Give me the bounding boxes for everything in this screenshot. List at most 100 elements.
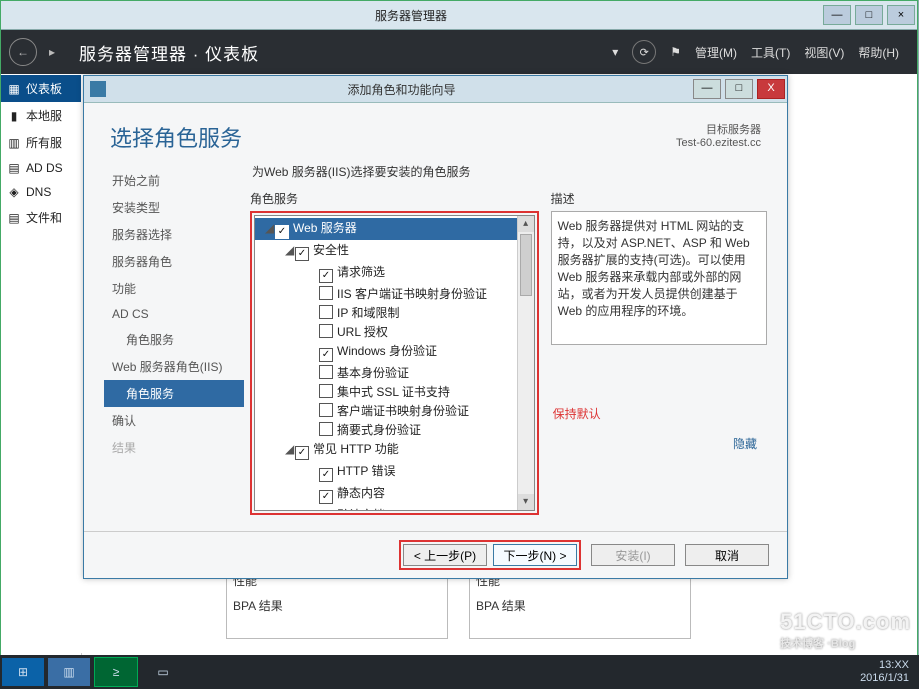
outer-min-button[interactable]: — <box>823 5 851 25</box>
checkbox-icon[interactable]: ✓ <box>295 247 309 261</box>
taskbar-explorer[interactable]: ▭ <box>142 658 184 686</box>
checkbox-icon[interactable]: ✓ <box>319 490 333 504</box>
checkbox-icon[interactable] <box>319 384 333 398</box>
checkbox-icon[interactable] <box>319 324 333 338</box>
tree-node[interactable]: ✓ HTTP 错误 <box>255 461 534 483</box>
tree-node[interactable]: IP 和域限制 <box>255 303 534 322</box>
nav-install-type[interactable]: 安装类型 <box>104 194 244 221</box>
taskbar-clock[interactable]: 13:XX 2016/1/31 <box>860 659 919 685</box>
tree-label: Web 服务器 <box>293 221 357 235</box>
taskbar-powershell[interactable]: ≥ <box>94 657 138 687</box>
outer-title-text: 服务器管理器 <box>1 7 821 24</box>
tree-node[interactable]: URL 授权 <box>255 322 534 341</box>
start-button[interactable]: ⊞ <box>2 658 44 686</box>
nav-iis[interactable]: Web 服务器角色(IIS) <box>104 353 244 380</box>
menu-help[interactable]: 帮助(H) <box>858 44 899 61</box>
tree-node[interactable]: 客户端证书映射身份验证 <box>255 401 534 420</box>
adds-icon: ▤ <box>7 161 21 175</box>
dns-icon: ◈ <box>7 185 21 199</box>
tree-label: 常见 HTTP 功能 <box>313 442 399 456</box>
wizard-max-button[interactable]: □ <box>725 79 753 99</box>
tree-label: HTTP 错误 <box>337 464 395 478</box>
tree-label: URL 授权 <box>337 325 388 339</box>
menu-tools[interactable]: 工具(T) <box>751 44 790 61</box>
nav-adcs[interactable]: AD CS <box>104 302 244 326</box>
tree-label: IP 和域限制 <box>337 306 399 320</box>
wizard-footer: < 上一步(P) 下一步(N) > 安装(I) 取消 <box>84 531 787 578</box>
dropdown-icon[interactable]: ▾ <box>612 45 618 59</box>
scroll-down-icon[interactable]: ▾ <box>518 494 534 510</box>
nav-server-select[interactable]: 服务器选择 <box>104 221 244 248</box>
refresh-icon[interactable]: ⟳ <box>632 40 656 64</box>
checkbox-icon[interactable]: ✓ <box>275 225 289 239</box>
nav-back-button[interactable]: ← <box>9 38 37 66</box>
wizard-min-button[interactable]: — <box>693 79 721 99</box>
hide-link[interactable]: 隐藏 <box>733 435 757 452</box>
server-icon: ▮ <box>7 109 21 123</box>
wizard-close-button[interactable]: X <box>757 79 785 99</box>
cancel-button[interactable]: 取消 <box>685 544 769 566</box>
tree-node[interactable]: ✓ 请求筛选 <box>255 262 534 284</box>
roles-tree[interactable]: ◢✓Web 服务器◢✓安全性✓请求筛选IIS 客户端证书映射身份验证IP 和域限… <box>254 215 535 511</box>
menu-view[interactable]: 视图(V) <box>804 44 844 61</box>
next-button[interactable]: 下一步(N) > <box>493 544 577 566</box>
outer-close-button[interactable]: × <box>887 5 915 25</box>
scroll-thumb[interactable] <box>520 234 532 296</box>
files-icon: ▤ <box>7 211 21 225</box>
nav-before[interactable]: 开始之前 <box>104 167 244 194</box>
tree-node[interactable]: 集中式 SSL 证书支持 <box>255 382 534 401</box>
sidebar-item-local[interactable]: ▮本地服 <box>1 102 81 129</box>
roles-tree-highlight: ◢✓Web 服务器◢✓安全性✓请求筛选IIS 客户端证书映射身份验证IP 和域限… <box>250 211 539 515</box>
tree-node[interactable]: ◢✓Web 服务器 <box>255 218 534 240</box>
dashboard-icon: ▦ <box>7 82 21 96</box>
tree-node[interactable]: ✓Windows 身份验证 <box>255 341 534 363</box>
outer-titlebar: 服务器管理器 — □ × <box>1 1 917 30</box>
checkbox-icon[interactable] <box>319 422 333 436</box>
outer-max-button[interactable]: □ <box>855 5 883 25</box>
tree-node[interactable]: 基本身份验证 <box>255 363 534 382</box>
checkbox-icon[interactable] <box>319 403 333 417</box>
checkbox-icon[interactable]: ✓ <box>295 446 309 460</box>
wizard-heading: 选择角色服务 <box>110 121 242 153</box>
tree-label: 默认文档 <box>337 508 385 511</box>
tree-node[interactable]: ✓静态内容 <box>255 483 534 505</box>
tree-node[interactable]: ◢✓常见 HTTP 功能 <box>255 439 534 461</box>
sidebar-item-dashboard[interactable]: ▦仪表板 <box>1 75 81 102</box>
taskbar[interactable]: ⊞ ▥ ≥ ▭ 13:XX 2016/1/31 <box>0 655 919 689</box>
checkbox-icon[interactable] <box>319 365 333 379</box>
wizard-title-text: 添加角色和功能向导 <box>112 81 691 98</box>
nav-iis-roleservices[interactable]: 角色服务 <box>104 380 244 407</box>
tree-label: 请求筛选 <box>337 265 385 279</box>
nav-features[interactable]: 功能 <box>104 275 244 302</box>
flag-icon[interactable]: ⚑ <box>670 45 681 59</box>
tree-label: 集中式 SSL 证书支持 <box>337 385 450 399</box>
tree-node[interactable]: ◢✓安全性 <box>255 240 534 262</box>
scroll-up-icon[interactable]: ▴ <box>518 216 534 232</box>
tree-label: 安全性 <box>313 243 349 257</box>
description-text: Web 服务器提供对 HTML 网站的支持，以及对 ASP.NET、ASP 和 … <box>551 211 767 345</box>
tree-label: 基本身份验证 <box>337 366 409 380</box>
sidebar-item-all[interactable]: ▥所有服 <box>1 129 81 156</box>
tree-node[interactable]: ✓默认文档 <box>255 505 534 511</box>
checkbox-icon[interactable]: ✓ <box>319 348 333 362</box>
wizard-titlebar[interactable]: 添加角色和功能向导 — □ X <box>84 76 787 103</box>
checkbox-icon[interactable] <box>319 286 333 300</box>
nav-adcs-roleservices[interactable]: 角色服务 <box>104 326 244 353</box>
prev-button[interactable]: < 上一步(P) <box>403 544 487 566</box>
nav-server-roles[interactable]: 服务器角色 <box>104 248 244 275</box>
checkbox-icon[interactable]: ✓ <box>319 468 333 482</box>
checkbox-icon[interactable] <box>319 305 333 319</box>
checkbox-icon[interactable]: ✓ <box>319 269 333 283</box>
target-server-block: 目标服务器 Test-60.ezitest.cc <box>676 121 761 153</box>
nav-forward-button[interactable]: ▸ <box>39 39 65 65</box>
nav-confirm[interactable]: 确认 <box>104 407 244 434</box>
sidebar-item-adds[interactable]: ▤AD DS <box>1 156 81 180</box>
tree-node[interactable]: IIS 客户端证书映射身份验证 <box>255 284 534 303</box>
taskbar-servermanager[interactable]: ▥ <box>48 658 90 686</box>
tree-scrollbar[interactable]: ▴ ▾ <box>517 216 534 510</box>
menu-manage[interactable]: 管理(M) <box>695 44 737 61</box>
sidebar-item-files[interactable]: ▤文件和 <box>1 204 81 231</box>
sidebar-item-dns[interactable]: ◈DNS <box>1 180 81 204</box>
tree-node[interactable]: 摘要式身份验证 <box>255 420 534 439</box>
servers-icon: ▥ <box>7 136 21 150</box>
